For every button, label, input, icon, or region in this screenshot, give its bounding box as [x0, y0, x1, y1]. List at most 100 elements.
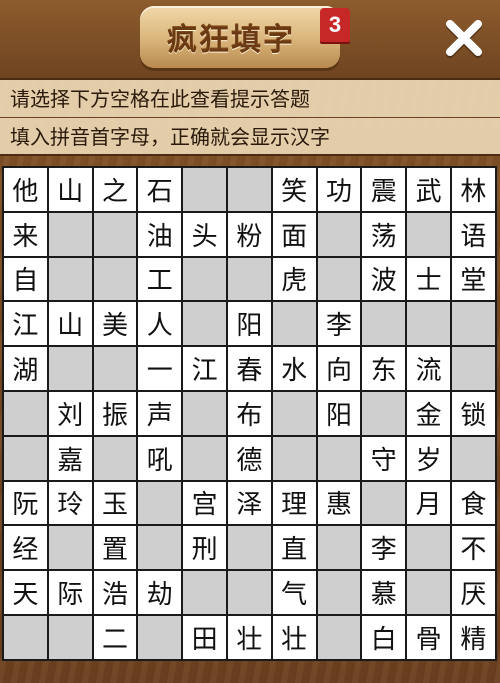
grid-cell-letter[interactable]: 天 — [3, 570, 48, 615]
grid-cell-letter[interactable]: 阳 — [316, 390, 362, 436]
grid-cell-blank — [92, 435, 138, 481]
grid-cell-letter[interactable]: 李 — [361, 525, 407, 571]
grid-cell-letter[interactable]: 一 — [137, 346, 183, 391]
grid-cell-letter[interactable]: 布 — [226, 390, 272, 436]
grid-cell-letter[interactable]: 功 — [316, 167, 362, 212]
grid-cell-blank — [182, 301, 227, 347]
grid-cell-letter[interactable]: 声 — [137, 390, 183, 436]
grid-cell-letter[interactable]: 刑 — [182, 525, 227, 571]
hint-line-2: 填入拼音首字母，正确就会显示汉字 — [0, 118, 500, 156]
grid-cell-letter[interactable]: 语 — [450, 211, 496, 257]
grid-cell-letter[interactable]: 玉 — [92, 480, 138, 526]
grid-cell-letter[interactable]: 流 — [406, 346, 451, 391]
grid-cell-letter[interactable]: 面 — [271, 211, 317, 257]
grid-cell-letter[interactable]: 骨 — [406, 614, 451, 660]
grid-cell-letter[interactable]: 不 — [450, 525, 496, 571]
grid-cell-letter[interactable]: 虎 — [271, 256, 317, 302]
grid-cell-letter[interactable]: 厌 — [450, 570, 496, 615]
grid-cell-letter[interactable]: 武 — [406, 167, 451, 212]
grid-cell-blank — [182, 570, 227, 615]
grid-cell-letter[interactable]: 劫 — [137, 570, 183, 615]
grid-cell-letter[interactable]: 林 — [450, 167, 496, 212]
grid-cell-letter[interactable]: 波 — [361, 256, 407, 302]
grid-cell-letter[interactable]: 头 — [182, 211, 227, 257]
grid-cell-letter[interactable]: 李 — [316, 301, 362, 347]
grid-cell-letter[interactable]: 他 — [3, 167, 48, 212]
grid-cell-letter[interactable]: 壮 — [226, 614, 272, 660]
grid-cell-letter[interactable]: 阮 — [3, 480, 48, 526]
grid-cell-letter[interactable]: 金 — [406, 390, 451, 436]
grid-cell-letter[interactable]: 经 — [3, 525, 48, 571]
grid-cell-letter[interactable]: 二 — [92, 614, 138, 660]
grid-cell-letter[interactable]: 理 — [271, 480, 317, 526]
grid-cell-letter[interactable]: 锁 — [450, 390, 496, 436]
grid-cell-letter[interactable]: 自 — [3, 256, 48, 302]
grid-cell-letter[interactable]: 东 — [361, 346, 407, 391]
grid-cell-letter[interactable]: 来 — [3, 211, 48, 257]
grid-cell-letter[interactable]: 水 — [271, 346, 317, 391]
grid-cell-letter[interactable]: 慕 — [361, 570, 407, 615]
grid-cell-letter[interactable]: 人 — [137, 301, 183, 347]
grid-cell-letter[interactable]: 守 — [361, 435, 407, 481]
grid-cell-letter[interactable]: 江 — [3, 301, 48, 347]
grid-cell-letter[interactable]: 泽 — [226, 480, 272, 526]
grid-cell-letter[interactable]: 月 — [406, 480, 451, 526]
grid-cell-letter[interactable]: 春 — [226, 346, 272, 391]
grid-cell-blank — [182, 167, 227, 212]
grid-cell-blank — [3, 435, 48, 481]
grid-cell-letter[interactable]: 置 — [92, 525, 138, 571]
grid-cell-letter[interactable]: 际 — [47, 570, 93, 615]
grid-cell-blank — [316, 614, 362, 660]
top-bar: 疯狂填字 3 — [0, 0, 500, 80]
grid-cell-letter[interactable]: 阳 — [226, 301, 272, 347]
grid-cell-letter[interactable]: 壮 — [271, 614, 317, 660]
grid-cell-blank — [361, 390, 407, 436]
grid-cell-letter[interactable]: 堂 — [450, 256, 496, 302]
close-button[interactable] — [438, 12, 490, 64]
crossword-grid: 他山之石笑功震武林来油头粉面荡语自工虎波士堂江山美人阳李湖一江春水向东流刘振声布… — [2, 166, 497, 661]
grid-cell-letter[interactable]: 白 — [361, 614, 407, 660]
grid-cell-letter[interactable]: 玲 — [47, 480, 93, 526]
grid-cell-letter[interactable]: 岁 — [406, 435, 451, 481]
grid-cell-letter[interactable]: 之 — [92, 167, 138, 212]
grid-cell-blank — [3, 390, 48, 436]
grid-cell-letter[interactable]: 工 — [137, 256, 183, 302]
grid-cell-letter[interactable]: 粉 — [226, 211, 272, 257]
grid-cell-blank — [182, 435, 227, 481]
grid-cell-letter[interactable]: 宫 — [182, 480, 227, 526]
grid-cell-blank — [182, 256, 227, 302]
grid-cell-letter[interactable]: 振 — [92, 390, 138, 436]
grid-cell-blank — [316, 211, 362, 257]
grid-cell-letter[interactable]: 美 — [92, 301, 138, 347]
grid-cell-letter[interactable]: 精 — [450, 614, 496, 660]
grid-cell-blank — [361, 480, 407, 526]
grid-cell-letter[interactable]: 田 — [182, 614, 227, 660]
grid-cell-letter[interactable]: 江 — [182, 346, 227, 391]
grid-cell-letter[interactable]: 山 — [47, 301, 93, 347]
grid-cell-letter[interactable]: 向 — [316, 346, 362, 391]
grid-cell-letter[interactable]: 嘉 — [47, 435, 93, 481]
grid-cell-letter[interactable]: 惠 — [316, 480, 362, 526]
grid-cell-letter[interactable]: 湖 — [3, 346, 48, 391]
grid-cell-letter[interactable]: 吼 — [137, 435, 183, 481]
grid-cell-letter[interactable]: 气 — [271, 570, 317, 615]
grid-cell-letter[interactable]: 浩 — [92, 570, 138, 615]
grid-cell-letter[interactable]: 德 — [226, 435, 272, 481]
grid-cell-blank — [226, 167, 272, 212]
grid-cell-blank — [406, 211, 451, 257]
grid-cell-letter[interactable]: 山 — [47, 167, 93, 212]
grid-cell-letter[interactable]: 石 — [137, 167, 183, 212]
grid-cell-blank — [137, 525, 183, 571]
grid-cell-letter[interactable]: 刘 — [47, 390, 93, 436]
grid-cell-letter[interactable]: 直 — [271, 525, 317, 571]
grid-cell-blank — [361, 301, 407, 347]
grid-cell-letter[interactable]: 震 — [361, 167, 407, 212]
grid-cell-blank — [182, 390, 227, 436]
grid-cell-blank — [450, 435, 496, 481]
grid-cell-letter[interactable]: 食 — [450, 480, 496, 526]
grid-cell-letter[interactable]: 笑 — [271, 167, 317, 212]
hint-line-1: 请选择下方空格在此查看提示答题 — [0, 80, 500, 118]
grid-cell-letter[interactable]: 油 — [137, 211, 183, 257]
grid-cell-letter[interactable]: 士 — [406, 256, 451, 302]
grid-cell-letter[interactable]: 荡 — [361, 211, 407, 257]
